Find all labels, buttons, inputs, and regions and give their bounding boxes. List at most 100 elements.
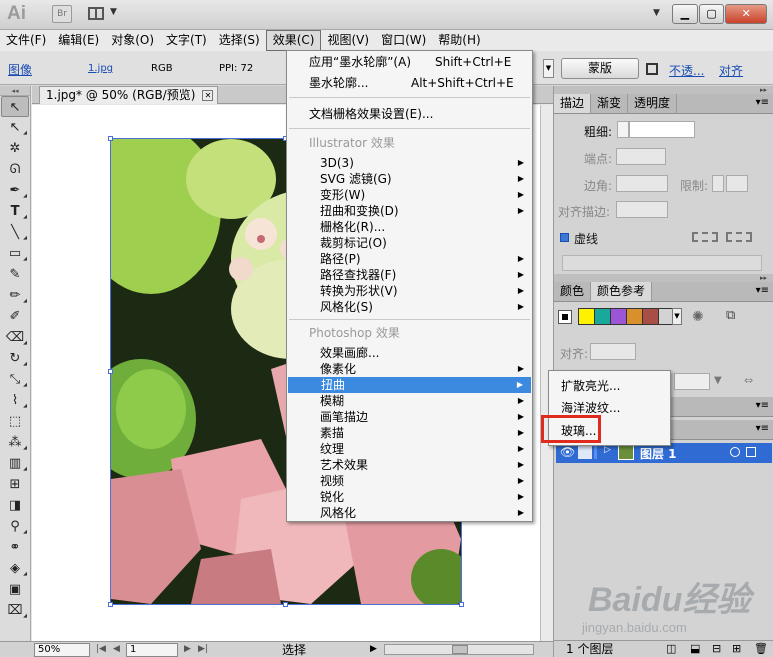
menu-item-svg-filters[interactable]: SVG 滤镜(G) ▶ [287, 171, 532, 187]
warp-tool-icon[interactable]: ⌇ ◢ [1, 390, 29, 411]
menu-item-artistic[interactable]: 艺术效果 ▶ [287, 457, 532, 473]
document-tab[interactable]: 1.jpg* @ 50% (RGB/预览) ✕ [39, 86, 219, 104]
limit-field[interactable] [726, 175, 748, 192]
menu-item-sketch[interactable]: 素描 ▶ [287, 425, 532, 441]
layer-row[interactable]: 👁 ▷ 图层 1 [556, 443, 772, 463]
resize-handle[interactable] [108, 602, 113, 607]
minimize-button[interactable]: ▁ [672, 4, 698, 24]
type-tool-icon[interactable]: T ◢ [1, 201, 29, 222]
dash-preset-icon[interactable] [692, 232, 718, 242]
target-icon[interactable] [730, 447, 740, 457]
delete-layer-icon[interactable]: 🗑 [754, 641, 768, 657]
tab-gradient[interactable]: 渐变 [591, 94, 629, 113]
gradient-tool-icon[interactable]: ◨ [1, 495, 29, 516]
harmony-swatch[interactable] [579, 309, 595, 324]
free-transform-tool-icon[interactable]: ⬚ [1, 411, 29, 432]
page-select[interactable]: 1 [126, 643, 178, 657]
menu-effect[interactable]: 效果(C) [265, 30, 322, 51]
workspace-menu-icon[interactable]: ▼ [653, 8, 660, 18]
menu-item-warp[interactable]: 变形(W) ▶ [287, 187, 532, 203]
magic-wand-tool-icon[interactable]: ✲ [1, 138, 29, 159]
menu-item-crop-marks[interactable]: 裁剪标记(O) [287, 235, 532, 251]
blob-brush-tool-icon[interactable]: ✐ [1, 306, 29, 327]
dash-preset-icon[interactable] [726, 232, 752, 242]
visibility-eye-icon[interactable]: 👁 [560, 445, 575, 459]
current-color-swatch[interactable] [558, 310, 572, 324]
align-buttons[interactable] [590, 343, 636, 360]
lock-toggle[interactable] [578, 446, 592, 459]
chevron-down-icon[interactable]: ▼ [543, 59, 554, 78]
layer-name[interactable]: 图层 1 [640, 445, 677, 462]
maximize-button[interactable]: ▢ [698, 4, 725, 24]
slice-tool-icon[interactable]: ⌧ ◢ [1, 600, 29, 621]
paintbrush-tool-icon[interactable]: ✎ [1, 264, 29, 285]
harmony-swatch[interactable] [595, 309, 611, 324]
lasso-tool-icon[interactable]: ᘏ [1, 159, 29, 180]
expand-triangle-icon[interactable]: ▷ [604, 445, 611, 455]
blend-tool-icon[interactable]: ⚭ [1, 537, 29, 558]
menu-item-apply-last-effect[interactable]: 应用“墨水轮廓”(A) Shift+Ctrl+E [287, 54, 532, 70]
menu-view[interactable]: 视图(V) [321, 30, 375, 51]
align-option-icon[interactable]: ⇔ [744, 374, 753, 387]
bridge-button[interactable]: Br [52, 5, 72, 23]
crop-marks-icon[interactable] [646, 63, 658, 75]
tab-transparency[interactable]: 透明度 [628, 94, 678, 113]
harmony-swatches[interactable] [578, 308, 674, 325]
panel-menu-icon[interactable]: ▾≡ [756, 423, 769, 434]
panel-menu-icon[interactable]: ▾≡ [756, 97, 769, 108]
color-wheel-icon[interactable]: ✺ [692, 309, 704, 325]
line-tool-icon[interactable]: ╲ ◢ [1, 222, 29, 243]
harmony-swatch[interactable] [643, 309, 659, 324]
eraser-tool-icon[interactable]: ⌫ ◢ [1, 327, 29, 348]
menu-item-path[interactable]: 路径(P) ▶ [287, 251, 532, 267]
close-button[interactable]: ✕ [725, 4, 768, 24]
weight-stepper[interactable] [617, 121, 629, 138]
menu-type[interactable]: 文字(T) [160, 30, 213, 51]
menu-item-texture[interactable]: 纹理 ▶ [287, 441, 532, 457]
tab-stroke[interactable]: 描边 [554, 94, 592, 113]
harmony-swatch[interactable] [611, 309, 627, 324]
menu-item-video[interactable]: 视频 ▶ [287, 473, 532, 489]
menu-file[interactable]: 文件(F) [0, 30, 52, 51]
new-sublayer-icon[interactable]: ⊟ [712, 641, 721, 657]
linked-file-link[interactable]: 1.jpg [88, 63, 113, 74]
column-graph-tool-icon[interactable]: ▥ ◢ [1, 453, 29, 474]
menu-item-pixelate[interactable]: 像素化 ▶ [287, 361, 532, 377]
pencil-tool-icon[interactable]: ✏ ◢ [1, 285, 29, 306]
menu-item-pathfinder[interactable]: 路径查找器(F) ▶ [287, 267, 532, 283]
chevron-down-icon[interactable]: ▼ [672, 308, 682, 325]
first-page-icon[interactable]: |◀ [96, 644, 106, 654]
selection-tool-icon[interactable]: ↖ [1, 96, 29, 117]
align-stroke-buttons[interactable] [616, 201, 668, 218]
close-icon[interactable]: ✕ [202, 90, 214, 101]
image-type-link[interactable]: 图像 [8, 61, 32, 78]
eyedropper-tool-icon[interactable]: ⚲ ◢ [1, 516, 29, 537]
horizontal-scrollbar[interactable] [384, 644, 534, 655]
scroll-thumb[interactable] [452, 645, 468, 654]
rectangle-tool-icon[interactable]: ▭ ◢ [1, 243, 29, 264]
artboard-tool-icon[interactable]: ▣ [1, 579, 29, 600]
arrange-documents-button[interactable]: ▼ [88, 5, 124, 23]
menu-item-blur[interactable]: 模糊 ▶ [287, 393, 532, 409]
menu-help[interactable]: 帮助(H) [432, 30, 486, 51]
dash-gap-fields[interactable] [562, 255, 762, 271]
rotate-tool-icon[interactable]: ↻ ◢ [1, 348, 29, 369]
menu-item-stylize-ps[interactable]: 风格化 ▶ [287, 505, 532, 521]
weight-field[interactable] [629, 121, 695, 138]
menu-item-convert-to-shape[interactable]: 转换为形状(V) ▶ [287, 283, 532, 299]
save-color-group-icon[interactable]: ⧉ [726, 308, 735, 323]
symbol-sprayer-tool-icon[interactable]: ⁂ ◢ [1, 432, 29, 453]
last-page-icon[interactable]: ▶| [198, 644, 208, 654]
cap-buttons[interactable] [616, 148, 666, 165]
dashed-line-checkbox[interactable] [560, 233, 569, 242]
align-link[interactable]: 对齐 [719, 62, 743, 79]
resize-handle[interactable] [283, 602, 288, 607]
menu-select[interactable]: 选择(S) [213, 30, 266, 51]
tab-color[interactable]: 颜色 [554, 282, 592, 301]
new-layer-icon[interactable]: ⊞ [732, 641, 741, 657]
submenu-item-diffuse-glow[interactable]: 扩散亮光... [549, 377, 670, 395]
menu-item-stylize-ai[interactable]: 风格化(S) ▶ [287, 299, 532, 315]
menu-item-rasterize[interactable]: 栅格化(R)... [287, 219, 532, 235]
corner-buttons[interactable] [616, 175, 668, 192]
menu-item-3d[interactable]: 3D(3) ▶ [287, 155, 532, 171]
